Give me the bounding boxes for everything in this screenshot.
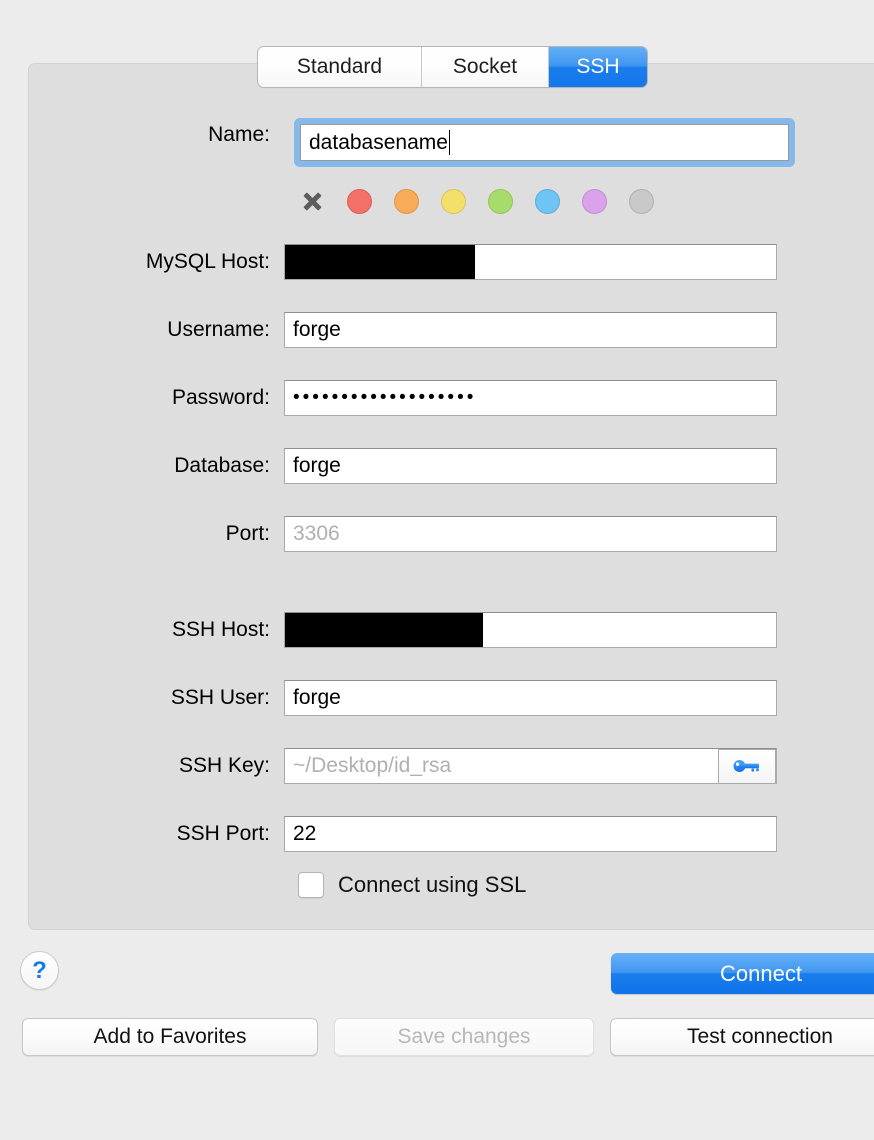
connect-using-ssl-checkbox[interactable] [298, 872, 324, 898]
save-changes-label: Save changes [397, 1025, 531, 1048]
ssh-key-placeholder: ~/Desktop/id_rsa [293, 754, 452, 777]
choose-ssh-key-button[interactable] [718, 749, 776, 783]
swatch-yellow[interactable] [441, 189, 466, 214]
password-input[interactable]: ••••••••••••••••••• [284, 380, 777, 416]
port-label: Port: [225, 522, 270, 545]
add-to-favorites-label: Add to Favorites [93, 1025, 247, 1048]
ssh-port-input[interactable]: 22 [284, 816, 777, 852]
connect-using-ssl-row[interactable]: Connect using SSL [298, 872, 526, 898]
mysql-host-input[interactable] [284, 244, 777, 280]
color-swatch-strip[interactable] [300, 189, 654, 214]
connect-button-label: Connect [720, 960, 802, 986]
port-placeholder: 3306 [293, 522, 340, 545]
ssh-key-label: SSH Key: [178, 754, 270, 777]
ssh-port-label: SSH Port: [176, 822, 270, 845]
ssh-key-row: SSH Key: ~/Desktop/id_rsa [0, 748, 777, 784]
password-label: Password: [171, 386, 270, 409]
question-mark-icon: ? [32, 956, 47, 984]
connection-type-tabs[interactable]: Standard Socket SSH [258, 47, 647, 87]
key-icon [733, 760, 759, 772]
tab-ssh-label: SSH [576, 55, 620, 78]
username-value: forge [293, 318, 341, 341]
password-value: ••••••••••••••••••• [293, 387, 477, 408]
ssh-host-input[interactable] [284, 612, 777, 648]
ssh-host-redaction [285, 613, 483, 647]
ssh-user-row: SSH User: forge [0, 680, 777, 716]
test-connection-label: Test connection [687, 1025, 833, 1048]
username-label: Username: [167, 318, 270, 341]
database-row: Database: forge [0, 448, 777, 484]
swatch-green[interactable] [488, 189, 513, 214]
ssh-key-input[interactable]: ~/Desktop/id_rsa [284, 748, 777, 784]
swatch-orange[interactable] [394, 189, 419, 214]
help-button[interactable]: ? [20, 951, 59, 990]
swatch-purple[interactable] [582, 189, 607, 214]
name-field-focus-ring: databasename [294, 118, 795, 167]
connect-button[interactable]: Connect [611, 953, 874, 994]
ssh-user-label: SSH User: [170, 686, 270, 709]
database-input[interactable]: forge [284, 448, 777, 484]
mysql-host-redaction [285, 245, 475, 279]
tab-socket-label: Socket [452, 55, 518, 78]
ssh-user-input[interactable]: forge [284, 680, 777, 716]
swatch-red[interactable] [347, 189, 372, 214]
database-label: Database: [174, 454, 270, 477]
tab-standard[interactable]: Standard [258, 47, 422, 87]
tab-socket[interactable]: Socket [422, 47, 549, 87]
port-input[interactable]: 3306 [284, 516, 777, 552]
swatch-blue[interactable] [535, 189, 560, 214]
database-value: forge [293, 454, 341, 477]
username-input[interactable]: forge [284, 312, 777, 348]
ssh-user-value: forge [293, 686, 341, 709]
swatch-gray[interactable] [629, 189, 654, 214]
mysql-host-label: MySQL Host: [145, 250, 270, 273]
save-changes-button: Save changes [334, 1018, 594, 1056]
name-input-value: databasename [309, 130, 448, 154]
test-connection-button[interactable]: Test connection [610, 1018, 874, 1056]
ssh-host-row: SSH Host: [0, 612, 777, 648]
name-row: Name: [0, 123, 284, 147]
username-row: Username: forge [0, 312, 777, 348]
text-caret [448, 130, 451, 155]
x-icon[interactable] [300, 189, 325, 214]
ssh-host-label: SSH Host: [171, 618, 270, 641]
ssh-port-value: 22 [293, 822, 317, 845]
add-to-favorites-button[interactable]: Add to Favorites [22, 1018, 318, 1056]
tab-ssh[interactable]: SSH [549, 47, 647, 87]
name-label: Name: [208, 123, 270, 146]
ssh-port-row: SSH Port: 22 [0, 816, 777, 852]
name-input[interactable]: databasename [300, 124, 789, 161]
tab-standard-label: Standard [296, 55, 383, 78]
mysql-host-row: MySQL Host: [0, 244, 777, 280]
port-row: Port: 3306 [0, 516, 777, 552]
connect-using-ssl-label: Connect using SSL [338, 872, 527, 897]
password-row: Password: ••••••••••••••••••• [0, 380, 777, 416]
